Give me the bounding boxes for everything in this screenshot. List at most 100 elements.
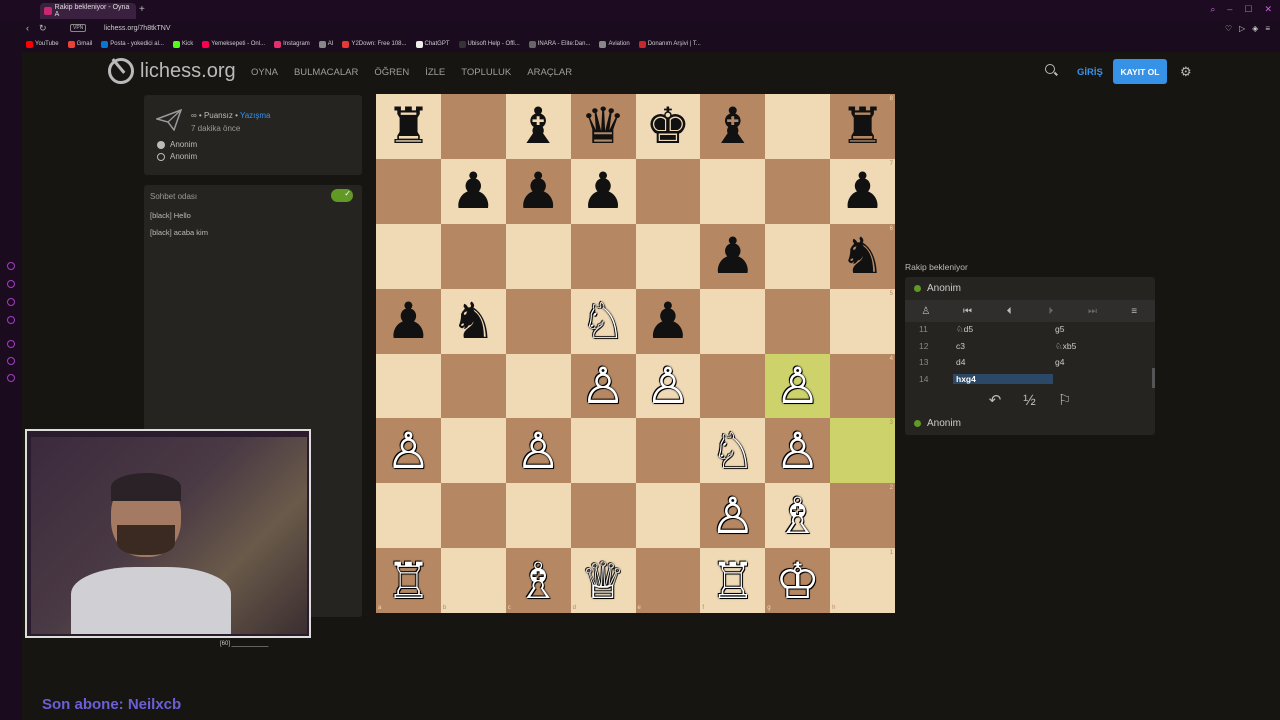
- square-f5[interactable]: [700, 288, 766, 354]
- square-g1[interactable]: ♔ g: [765, 548, 831, 613]
- flip-board-icon[interactable]: ♙: [905, 306, 947, 317]
- square-d3[interactable]: [570, 418, 636, 484]
- square-f1[interactable]: ♖ f: [700, 548, 766, 613]
- white-pawn-piece[interactable]: ♙: [775, 426, 820, 476]
- square-f7[interactable]: [700, 158, 766, 224]
- white-move[interactable]: d4: [953, 357, 1053, 367]
- square-a7[interactable]: [376, 158, 441, 224]
- bookmark-item[interactable]: Aviation: [599, 40, 630, 48]
- square-b1[interactable]: b: [440, 548, 506, 613]
- square-h3[interactable]: 3: [830, 418, 895, 484]
- bookmark-item[interactable]: YouTube: [26, 40, 59, 48]
- signin-link[interactable]: GİRİŞ: [1077, 67, 1103, 78]
- white-queen-piece[interactable]: ♕: [581, 556, 626, 606]
- square-a3[interactable]: ♙: [376, 418, 441, 484]
- square-c7[interactable]: ♟: [505, 158, 571, 224]
- square-b3[interactable]: [440, 418, 506, 484]
- white-pawn-piece[interactable]: ♙: [646, 361, 691, 411]
- chess-board[interactable]: ♜ ♝ ♛ ♚ ♝ ♜ 8 ♟ ♟ ♟ ♟ 7 ♟ ♞ 6 ♟ ♞ ♘ ♟ 5 ♙ ♙ ♙ 4 ♙ ♙ ♘ ♙ 3 ♙ ♗ 2 ♖ a b ♗ c ♕ d e…: [376, 94, 895, 613]
- sidebar-icon[interactable]: [7, 316, 15, 324]
- square-d5[interactable]: ♘: [570, 288, 636, 354]
- player-black-name[interactable]: Anonim: [170, 152, 197, 161]
- bottom-player-name[interactable]: Anonim: [927, 418, 961, 429]
- square-b8[interactable]: [440, 94, 506, 159]
- white-king-piece[interactable]: ♔: [775, 556, 820, 606]
- square-d7[interactable]: ♟: [570, 158, 636, 224]
- sidebar-icon[interactable]: [7, 262, 15, 270]
- square-g2[interactable]: ♗: [765, 483, 831, 549]
- square-b4[interactable]: [440, 353, 506, 419]
- sidebar-icon[interactable]: [7, 357, 15, 365]
- square-g7[interactable]: [765, 158, 831, 224]
- white-pawn-piece[interactable]: ♙: [581, 361, 626, 411]
- square-e2[interactable]: [635, 483, 701, 549]
- minimize-icon[interactable]: –: [1227, 4, 1232, 15]
- gear-icon[interactable]: ⚙: [1180, 64, 1192, 80]
- white-knight-piece[interactable]: ♘: [710, 426, 755, 476]
- next-move-icon[interactable]: ⏵: [1030, 306, 1072, 317]
- bookmark-item[interactable]: AI: [318, 40, 333, 48]
- square-a5[interactable]: ♟: [376, 288, 441, 354]
- square-a8[interactable]: ♜: [376, 94, 441, 159]
- bookmark-item[interactable]: Ubisoft Help - Offi...: [458, 40, 520, 48]
- square-a6[interactable]: [376, 223, 441, 289]
- square-e1[interactable]: e: [635, 548, 701, 613]
- black-move[interactable]: ♘xb5: [1055, 341, 1076, 352]
- square-a4[interactable]: [376, 353, 441, 419]
- bookmark-item[interactable]: Kick: [172, 40, 193, 48]
- nav-learn[interactable]: ÖĞREN: [374, 67, 409, 78]
- white-rook-piece[interactable]: ♖: [386, 556, 431, 606]
- bookmark-item[interactable]: ChatGPT: [415, 40, 450, 48]
- chat-toggle[interactable]: [331, 189, 353, 202]
- extensions-icon[interactable]: ◈: [1252, 24, 1258, 33]
- black-pawn-piece[interactable]: ♟: [840, 166, 885, 216]
- browser-tab[interactable]: Rakip bekleniyor - Oyna A: [40, 3, 136, 19]
- white-knight-piece[interactable]: ♘: [581, 296, 626, 346]
- square-b2[interactable]: [440, 483, 506, 549]
- last-move-icon[interactable]: ⏭: [1072, 306, 1114, 317]
- square-b5[interactable]: ♞: [440, 288, 506, 354]
- bookmark-icon[interactable]: ♡: [1225, 24, 1232, 33]
- black-knight-piece[interactable]: ♞: [840, 231, 885, 281]
- square-h8[interactable]: ♜ 8: [830, 94, 895, 159]
- white-move[interactable]: c3: [953, 341, 1053, 351]
- square-f2[interactable]: ♙: [700, 483, 766, 549]
- sidebar-icon[interactable]: [7, 280, 15, 288]
- square-c1[interactable]: ♗ c: [505, 548, 571, 613]
- sidebar-icon[interactable]: [7, 340, 15, 348]
- black-move[interactable]: g5: [1055, 324, 1064, 334]
- nav-watch[interactable]: İZLE: [425, 67, 445, 78]
- square-c2[interactable]: [505, 483, 571, 549]
- black-bishop-piece[interactable]: ♝: [516, 101, 561, 151]
- bookmark-item[interactable]: Posta - yokedici al...: [101, 40, 164, 48]
- back-icon[interactable]: ‹: [26, 23, 29, 34]
- square-e4[interactable]: ♙: [635, 353, 701, 419]
- nav-puzzles[interactable]: BULMACALAR: [294, 67, 358, 78]
- black-pawn-piece[interactable]: ♟: [646, 296, 691, 346]
- draw-offer-icon[interactable]: ½: [1023, 392, 1036, 409]
- menu-icon[interactable]: ≡: [1113, 306, 1155, 317]
- white-bishop-piece[interactable]: ♗: [775, 491, 820, 541]
- sidebar-icon[interactable]: [7, 374, 15, 382]
- square-c6[interactable]: [505, 223, 571, 289]
- square-c8[interactable]: ♝: [505, 94, 571, 159]
- play-icon[interactable]: ▷: [1239, 24, 1245, 33]
- bookmark-item[interactable]: Donanım Arşivi | T...: [638, 40, 701, 48]
- black-knight-piece[interactable]: ♞: [451, 296, 496, 346]
- square-d8[interactable]: ♛: [570, 94, 636, 159]
- move-list-scrollbar[interactable]: [1152, 368, 1155, 388]
- square-e8[interactable]: ♚: [635, 94, 701, 159]
- white-pawn-piece[interactable]: ♙: [775, 361, 820, 411]
- square-d6[interactable]: [570, 223, 636, 289]
- square-h4[interactable]: 4: [830, 353, 895, 419]
- square-h1[interactable]: 1h: [830, 548, 895, 613]
- square-g8[interactable]: [765, 94, 831, 159]
- bookmark-item[interactable]: Gmail: [67, 40, 92, 48]
- vpn-badge[interactable]: VPN: [70, 24, 87, 32]
- white-pawn-piece[interactable]: ♙: [386, 426, 431, 476]
- square-g3[interactable]: ♙: [765, 418, 831, 484]
- nav-tools[interactable]: ARAÇLAR: [527, 67, 572, 78]
- resign-flag-icon[interactable]: ⚐: [1058, 391, 1071, 409]
- menu-icon[interactable]: ≡: [1265, 24, 1270, 33]
- black-pawn-piece[interactable]: ♟: [710, 231, 755, 281]
